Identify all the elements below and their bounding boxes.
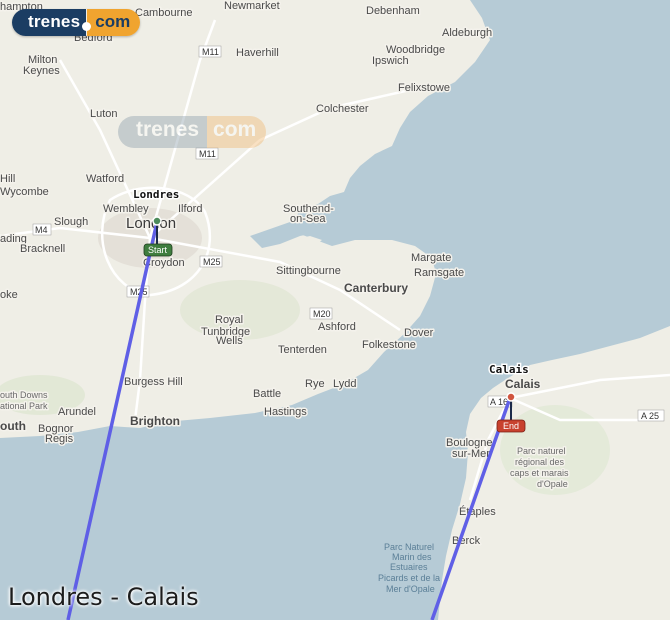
- place-ipswich: Ipswich: [372, 55, 409, 67]
- place-outh: outh: [0, 419, 26, 433]
- place-parc-marin-3: Estuaires: [390, 562, 428, 572]
- road-m4: M4: [35, 225, 48, 235]
- place-brighton: Brighton: [130, 414, 180, 428]
- road-m25-south: M25: [130, 287, 148, 297]
- road-m20: M20: [313, 309, 331, 319]
- place-arundel: Arundel: [58, 406, 96, 418]
- place-folkestone: Folkestone: [362, 339, 416, 351]
- place-ashford: Ashford: [318, 321, 356, 333]
- place-london: London: [126, 215, 176, 232]
- place-cambourne: Cambourne: [135, 7, 192, 19]
- place-ilford: Ilford: [178, 203, 202, 215]
- destination-label: Calais: [489, 363, 529, 376]
- place-bracknell: Bracknell: [20, 243, 65, 255]
- start-label: Start: [148, 245, 168, 255]
- place-parc-opale-2: régional des: [515, 457, 565, 467]
- place-felixstowe: Felixstowe: [398, 82, 450, 94]
- place-parc-marin-2: Marin des: [392, 552, 432, 562]
- road-a16: A 16: [490, 397, 508, 407]
- place-parc-marin-5: Mer d'Opale: [386, 584, 435, 594]
- place-colchester: Colchester: [316, 103, 369, 115]
- logo-text-left: trenes: [12, 9, 87, 36]
- watermark-text-right: com: [207, 116, 267, 148]
- road-m11-south: M11: [199, 149, 216, 159]
- place-lydd: Lydd: [333, 378, 356, 390]
- place-ramsgate: Ramsgate: [414, 267, 464, 279]
- road-a25: A 25: [641, 411, 659, 421]
- place-wembley: Wembley: [103, 203, 149, 215]
- place-aldeburgh: Aldeburgh: [442, 27, 492, 39]
- place-watford: Watford: [86, 173, 124, 185]
- place-parc-opale-1: Parc naturel: [517, 446, 566, 456]
- place-etaples: Étaples: [459, 505, 496, 518]
- place-bognor-2: Regis: [45, 433, 74, 445]
- place-burgess-hill: Burgess Hill: [124, 376, 183, 388]
- origin-label: Londres: [133, 188, 179, 201]
- trenes-watermark: trenes com: [118, 116, 267, 148]
- place-newmarket: Newmarket: [224, 0, 280, 12]
- road-m11-north: M11: [202, 47, 219, 57]
- place-keynes: Keynes: [23, 65, 60, 77]
- place-margate: Margate: [411, 252, 451, 264]
- place-wycombe: Wycombe: [0, 186, 49, 198]
- place-hill: Hill: [0, 173, 15, 185]
- place-tenterden: Tenterden: [278, 344, 327, 356]
- place-parc-opale-3: caps et marais: [510, 468, 569, 478]
- place-dover: Dover: [404, 327, 434, 339]
- place-battle: Battle: [253, 388, 281, 400]
- logo-text-right: com: [87, 9, 141, 36]
- place-berck: Berck: [452, 535, 481, 547]
- place-oke: oke: [0, 289, 18, 301]
- place-royal: Royal: [215, 314, 243, 326]
- map-canvas[interactable]: M11 M11 M4 M25 M25 M20 A 16 A 25 Cambour…: [0, 0, 670, 620]
- trenes-logo[interactable]: trenes com: [12, 9, 141, 36]
- place-south-downs-1: outh Downs: [0, 390, 48, 400]
- place-hastings: Hastings: [264, 406, 307, 418]
- route-title: Londres - Calais: [8, 583, 199, 611]
- place-parc-marin-1: Parc Naturel: [384, 542, 434, 552]
- place-slough: Slough: [54, 216, 88, 228]
- place-sittingbourne: Sittingbourne: [276, 265, 341, 277]
- place-debenham: Debenham: [366, 5, 420, 17]
- place-southend-2: on-Sea: [290, 213, 326, 225]
- place-wells: Wells: [216, 335, 243, 347]
- place-calais: Calais: [505, 377, 541, 391]
- place-south-downs-2: ational Park: [0, 401, 48, 411]
- place-canterbury: Canterbury: [344, 281, 408, 295]
- watermark-text-left: trenes: [118, 116, 208, 148]
- place-haverhill: Haverhill: [236, 47, 279, 59]
- road-m25-east: M25: [203, 257, 221, 267]
- place-parc-marin-4: Picards et de la: [378, 573, 440, 583]
- place-rye: Rye: [305, 378, 325, 390]
- place-boulogne-2: sur-Mer: [452, 448, 490, 460]
- place-parc-opale-4: d'Opale: [537, 479, 568, 489]
- place-luton: Luton: [90, 108, 118, 120]
- end-label: End: [503, 421, 519, 431]
